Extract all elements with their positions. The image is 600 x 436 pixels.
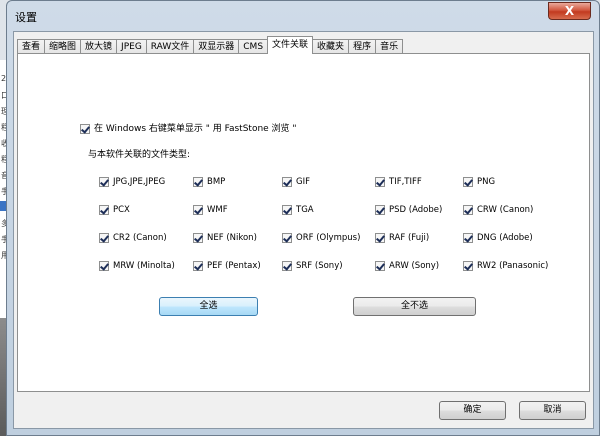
close-icon: X [564, 4, 575, 18]
file-type-label: BMP [207, 177, 226, 187]
checkbox-checked-icon[interactable] [375, 205, 385, 215]
close-button[interactable]: X [548, 2, 591, 20]
file-type-checkbox[interactable]: DNG (Adobe) [463, 233, 533, 244]
checkbox-checked-icon[interactable] [463, 233, 473, 243]
file-type-label: RW2 (Panasonic) [477, 261, 549, 271]
checkbox-checked-icon[interactable] [99, 261, 109, 271]
checkbox-checked-icon[interactable] [282, 177, 292, 187]
tab-8[interactable]: 收藏夹 [312, 39, 350, 54]
file-type-label: SRF (Sony) [296, 261, 343, 271]
file-type-label: PSD (Adobe) [389, 205, 443, 215]
cancel-button[interactable]: 取消 [519, 401, 586, 420]
select-none-button[interactable]: 全不选 [353, 297, 476, 316]
tab-0[interactable]: 查看 [17, 39, 46, 54]
checkbox-checked-icon[interactable] [375, 233, 385, 243]
file-type-label: GIF [296, 177, 310, 187]
file-type-checkbox[interactable]: ORF (Olympus) [282, 233, 360, 244]
checkbox-checked-icon[interactable] [463, 205, 473, 215]
file-type-checkbox[interactable]: RAF (Fuji) [375, 233, 429, 244]
file-type-checkbox[interactable]: JPG,JPE,JPEG [99, 177, 165, 188]
file-type-checkbox[interactable]: GIF [282, 177, 310, 188]
checkbox-checked-icon[interactable] [282, 205, 292, 215]
checkbox-checked-icon[interactable] [375, 261, 385, 271]
file-type-checkbox[interactable]: PNG [463, 177, 495, 188]
file-type-label: TIF,TIFF [389, 177, 422, 187]
checkbox-checked-icon[interactable] [463, 177, 473, 187]
checkbox-checked-icon[interactable] [99, 205, 109, 215]
tab-4[interactable]: RAW文件 [145, 39, 195, 54]
select-all-button[interactable]: 全选 [159, 297, 258, 316]
file-type-label: NEF (Nikon) [207, 233, 257, 243]
file-type-checkbox[interactable]: NEF (Nikon) [193, 233, 257, 244]
tab-10[interactable]: 音乐 [375, 39, 404, 54]
file-type-checkbox[interactable]: RW2 (Panasonic) [463, 261, 548, 272]
file-type-label: ORF (Olympus) [296, 233, 361, 243]
checkbox-checked-icon[interactable] [193, 205, 203, 215]
file-type-checkbox[interactable]: SRF (Sony) [282, 261, 343, 272]
title-bar[interactable]: 设置 X [7, 1, 599, 31]
context-menu-option[interactable]: 在 Windows 右键菜单显示 " 用 FastStone 浏览 " [80, 121, 297, 134]
tab-7[interactable]: 文件关联 [267, 36, 314, 54]
tab-6[interactable]: CMS [238, 39, 269, 54]
tab-panel-file-association: 在 Windows 右键菜单显示 " 用 FastStone 浏览 " 与本软件… [17, 53, 590, 392]
file-type-label: TGA [296, 205, 314, 215]
tab-9[interactable]: 程序 [348, 39, 377, 54]
tab-1[interactable]: 缩略图 [44, 39, 82, 54]
tab-5[interactable]: 双显示器 [193, 39, 240, 54]
ok-button[interactable]: 确定 [439, 401, 506, 420]
file-type-label: MRW (Minolta) [113, 261, 175, 271]
checkbox-checked-icon[interactable] [375, 177, 385, 187]
file-type-checkbox[interactable]: CRW (Canon) [463, 205, 533, 216]
checkbox-checked-icon[interactable] [99, 177, 109, 187]
tab-bar: 查看 缩略图 放大镜 JPEG RAW文件 双显示器 CMS 文件关联 收藏夹 程序 音乐 [17, 36, 404, 54]
file-type-label: PCX [113, 205, 130, 215]
file-type-label: PEF (Pentax) [207, 261, 261, 271]
file-type-label: CRW (Canon) [477, 205, 534, 215]
file-type-checkbox[interactable]: BMP [193, 177, 225, 188]
file-type-checkbox[interactable]: CR2 (Canon) [99, 233, 167, 244]
file-type-label: CR2 (Canon) [113, 233, 167, 243]
file-type-checkbox[interactable]: WMF [193, 205, 228, 216]
file-type-label: JPG,JPE,JPEG [113, 177, 166, 187]
file-types-heading: 与本软件关联的文件类型: [88, 150, 191, 160]
context-menu-option-label: 在 Windows 右键菜单显示 " 用 FastStone 浏览 " [94, 124, 297, 134]
file-type-label: DNG (Adobe) [477, 233, 533, 243]
tab-3[interactable]: JPEG [116, 39, 147, 54]
settings-dialog: 设置 X 查看 缩略图 放大镜 JPEG RAW文件 双显示器 CMS 文件关联 收藏夹 程序 音乐… [6, 0, 600, 436]
file-type-checkbox[interactable]: ARW (Sony) [375, 261, 439, 272]
file-type-checkbox[interactable]: PCX [99, 205, 130, 216]
dialog-title: 设置 [15, 11, 37, 24]
file-type-checkbox[interactable]: MRW (Minolta) [99, 261, 175, 272]
checkbox-checked-icon[interactable] [193, 261, 203, 271]
file-type-checkbox[interactable]: TGA [282, 205, 314, 216]
checkbox-checked-icon[interactable] [99, 233, 109, 243]
file-type-label: ARW (Sony) [389, 261, 440, 271]
file-type-checkbox[interactable]: TIF,TIFF [375, 177, 422, 188]
file-type-label: RAF (Fuji) [389, 233, 430, 243]
checkbox-checked-icon[interactable] [463, 261, 473, 271]
checkbox-checked-icon[interactable] [193, 233, 203, 243]
checkbox-checked-icon[interactable] [282, 261, 292, 271]
checkbox-checked-icon[interactable] [282, 233, 292, 243]
file-type-label: WMF [207, 205, 228, 215]
file-type-checkbox[interactable]: PEF (Pentax) [193, 261, 261, 272]
dialog-client-area: 查看 缩略图 放大镜 JPEG RAW文件 双显示器 CMS 文件关联 收藏夹 程序 音乐 在 Wi… [13, 31, 594, 429]
checkbox-checked-icon[interactable] [193, 177, 203, 187]
tab-2[interactable]: 放大镜 [80, 39, 118, 54]
file-type-checkbox[interactable]: PSD (Adobe) [375, 205, 442, 216]
checkbox-checked-icon[interactable] [80, 123, 90, 134]
file-type-label: PNG [477, 177, 496, 187]
